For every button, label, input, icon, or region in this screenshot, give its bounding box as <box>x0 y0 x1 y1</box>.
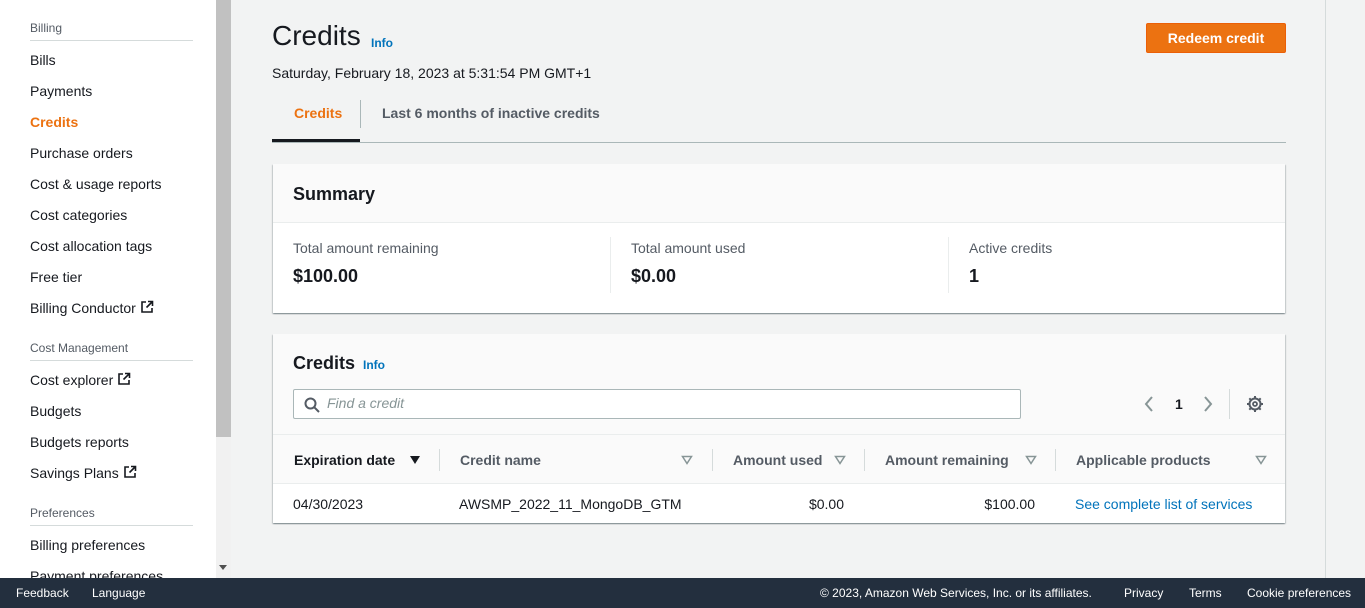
summary-divider <box>610 237 611 293</box>
tab-bar: Credits Last 6 months of inactive credit… <box>272 92 1286 143</box>
table-header-row: Expiration date Credit name Amount used … <box>273 434 1285 484</box>
column-divider[interactable] <box>712 449 713 471</box>
see-services-link[interactable]: See complete list of services <box>1075 496 1252 512</box>
summary-active-credits: Active credits 1 <box>969 240 1052 287</box>
footer-copyright: © 2023, Amazon Web Services, Inc. or its… <box>820 586 1092 600</box>
sort-icon[interactable] <box>681 455 693 465</box>
credits-table-card: Credits Info 1 Expiration date Credit na… <box>273 334 1285 523</box>
scroll-down-arrow-icon[interactable] <box>219 565 227 570</box>
sidebar-item-budgets[interactable]: Budgets <box>30 403 81 419</box>
cell-credit-name: AWSMP_2022_11_MongoDB_GTM <box>459 496 682 512</box>
sidebar-item-payments[interactable]: Payments <box>30 83 92 99</box>
cell-expiration-date: 04/30/2023 <box>293 496 364 512</box>
column-divider[interactable] <box>864 449 865 471</box>
credits-table-header <box>273 334 1285 434</box>
sidebar-item-label: Savings Plans <box>30 465 119 481</box>
external-link-icon <box>118 372 131 385</box>
column-header-amount-used[interactable]: Amount used <box>733 452 822 468</box>
sidebar-item-credits[interactable]: Credits <box>30 114 78 130</box>
summary-card: Summary Total amount remaining $100.00 T… <box>273 164 1285 313</box>
sidebar-item-free-tier[interactable]: Free tier <box>30 269 82 285</box>
sort-descending-icon[interactable] <box>409 455 421 465</box>
gear-icon[interactable] <box>1246 395 1264 413</box>
search-icon <box>304 397 320 413</box>
sidebar: Billing Bills Payments Credits Purchase … <box>0 0 216 578</box>
sidebar-item-payment-preferences[interactable]: Payment preferences <box>30 568 163 578</box>
sidebar-item-bills[interactable]: Bills <box>30 52 56 68</box>
total-used-value: $0.00 <box>631 266 677 286</box>
tab-divider <box>360 100 361 128</box>
credits-info-link[interactable]: Info <box>363 358 385 372</box>
footer-cookie-preferences-link[interactable]: Cookie preferences <box>1247 586 1351 600</box>
sidebar-item-savings-plans[interactable]: Savings Plans <box>30 465 137 481</box>
footer-terms-link[interactable]: Terms <box>1189 586 1222 600</box>
footer-feedback-link[interactable]: Feedback <box>16 586 69 600</box>
page-timestamp: Saturday, February 18, 2023 at 5:31:54 P… <box>272 65 592 81</box>
credits-table-title: Credits <box>293 353 356 373</box>
sidebar-item-cost-usage-reports[interactable]: Cost & usage reports <box>30 176 162 192</box>
active-credits-value: 1 <box>969 266 980 286</box>
column-divider[interactable] <box>1055 449 1056 471</box>
sidebar-item-label: Billing Conductor <box>30 300 136 316</box>
next-page-icon[interactable] <box>1202 395 1214 413</box>
sidebar-section-billing: Billing <box>30 21 193 41</box>
sort-icon[interactable] <box>834 455 846 465</box>
summary-total-remaining: Total amount remaining $100.00 <box>293 240 439 287</box>
sidebar-section-cost-management: Cost Management <box>30 341 193 361</box>
cell-amount-remaining: $100.00 <box>984 496 1035 512</box>
total-used-label: Total amount used <box>631 240 746 256</box>
column-header-expiration-date[interactable]: Expiration date <box>294 452 395 468</box>
column-divider[interactable] <box>439 449 440 471</box>
sort-icon[interactable] <box>1255 455 1267 465</box>
sidebar-item-cost-allocation-tags[interactable]: Cost allocation tags <box>30 238 152 254</box>
active-credits-label: Active credits <box>969 240 1053 256</box>
external-link-icon <box>123 465 137 478</box>
search-input[interactable] <box>327 395 1007 411</box>
sidebar-scrollbar-thumb[interactable] <box>216 0 231 437</box>
previous-page-icon[interactable] <box>1143 395 1155 413</box>
tab-inactive-credits[interactable]: Last 6 months of inactive credits <box>382 105 600 121</box>
content-right-border <box>1325 0 1326 578</box>
total-remaining-value: $100.00 <box>293 266 359 286</box>
pagination-divider <box>1229 389 1230 419</box>
footer-bar: Feedback Language © 2023, Amazon Web Ser… <box>0 578 1365 608</box>
tab-credits[interactable]: Credits <box>294 105 342 121</box>
total-remaining-label: Total amount remaining <box>293 240 439 256</box>
column-header-credit-name[interactable]: Credit name <box>460 452 541 468</box>
sort-icon[interactable] <box>1025 455 1037 465</box>
summary-divider <box>948 237 949 293</box>
current-page-number[interactable]: 1 <box>1175 396 1183 412</box>
sidebar-item-cost-explorer[interactable]: Cost explorer <box>30 372 131 388</box>
sidebar-item-purchase-orders[interactable]: Purchase orders <box>30 145 133 161</box>
sidebar-section-preferences: Preferences <box>30 506 193 526</box>
active-tab-indicator <box>272 139 360 142</box>
sidebar-item-label: Cost explorer <box>30 372 114 388</box>
footer-language-link[interactable]: Language <box>92 586 145 600</box>
sidebar-item-budgets-reports[interactable]: Budgets reports <box>30 434 129 450</box>
summary-title: Summary <box>293 184 376 204</box>
sidebar-item-billing-conductor[interactable]: Billing Conductor <box>30 300 154 316</box>
external-link-icon <box>141 300 154 313</box>
summary-total-used: Total amount used $0.00 <box>631 240 745 287</box>
search-field[interactable] <box>293 389 1021 419</box>
column-header-applicable-products[interactable]: Applicable products <box>1076 452 1211 468</box>
summary-header <box>273 164 1285 223</box>
footer-privacy-link[interactable]: Privacy <box>1124 586 1163 600</box>
page-title: Credits <box>272 20 361 51</box>
sidebar-item-cost-categories[interactable]: Cost categories <box>30 207 127 223</box>
sidebar-item-billing-preferences[interactable]: Billing preferences <box>30 537 145 553</box>
redeem-credit-button[interactable]: Redeem credit <box>1146 23 1286 53</box>
page-info-link[interactable]: Info <box>371 36 393 50</box>
cell-amount-used: $0.00 <box>808 496 844 512</box>
column-header-amount-remaining[interactable]: Amount remaining <box>885 452 1009 468</box>
